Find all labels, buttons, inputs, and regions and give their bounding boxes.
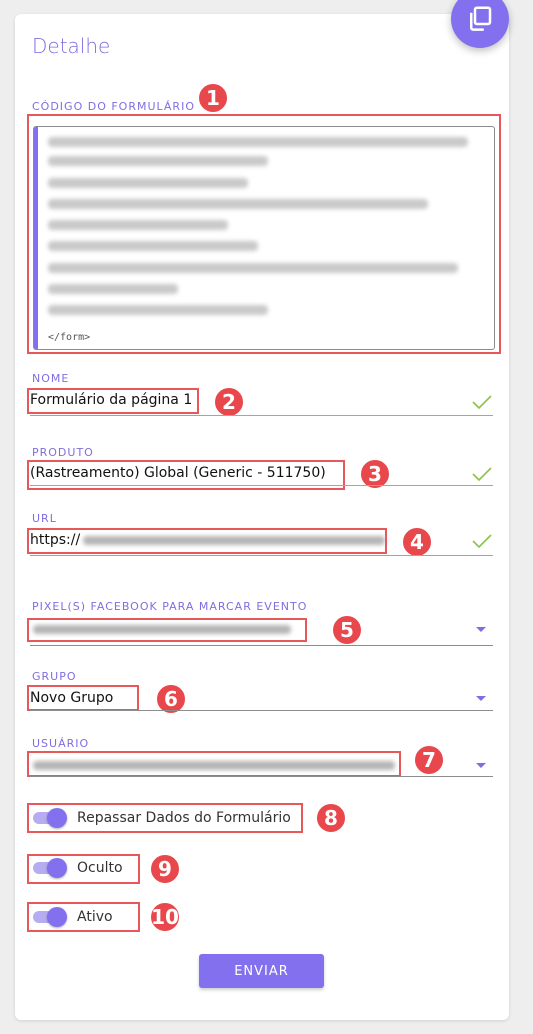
group-label: GRUPO bbox=[32, 670, 77, 683]
annotation-box-10 bbox=[27, 902, 140, 932]
group-underline bbox=[30, 710, 493, 711]
url-underline bbox=[30, 555, 493, 556]
code-line bbox=[48, 284, 178, 294]
annotation-box-5 bbox=[27, 618, 307, 642]
caret-down-icon[interactable] bbox=[476, 627, 486, 632]
annotation-badge-2: 2 bbox=[213, 386, 245, 418]
annotation-badge-4: 4 bbox=[401, 526, 433, 558]
submit-button[interactable]: ENVIAR bbox=[199, 954, 324, 988]
pixels-underline bbox=[30, 645, 493, 646]
annotation-badge-10: 10 bbox=[149, 901, 181, 933]
code-textarea[interactable]: </form> bbox=[33, 126, 495, 350]
annotation-box-4 bbox=[27, 528, 387, 554]
code-line bbox=[48, 241, 258, 251]
copy-icon bbox=[470, 6, 492, 31]
check-icon bbox=[472, 467, 492, 482]
product-label: PRODUTO bbox=[32, 446, 94, 459]
annotation-box-7 bbox=[27, 751, 401, 777]
code-tail-text: </form> bbox=[48, 332, 91, 343]
code-line bbox=[48, 220, 228, 230]
annotation-box-6 bbox=[27, 685, 139, 711]
caret-down-icon[interactable] bbox=[476, 763, 486, 768]
annotation-box-8 bbox=[27, 803, 303, 833]
annotation-badge-9: 9 bbox=[149, 853, 181, 885]
annotation-badge-8: 8 bbox=[315, 802, 347, 834]
annotation-badge-7: 7 bbox=[413, 744, 445, 776]
name-label: NOME bbox=[32, 372, 70, 385]
code-line bbox=[48, 263, 458, 273]
check-icon bbox=[472, 534, 492, 549]
code-line bbox=[48, 156, 268, 166]
annotation-badge-1: 1 bbox=[197, 82, 229, 114]
annotation-box-2 bbox=[27, 388, 199, 414]
page-title: Detalhe bbox=[32, 34, 111, 58]
code-label: CÓDIGO DO FORMULÁRIO bbox=[32, 100, 195, 113]
code-focus-bar bbox=[34, 127, 38, 349]
product-underline bbox=[30, 485, 493, 486]
pixels-label: PIXEL(S) FACEBOOK PARA MARCAR EVENTO bbox=[32, 600, 308, 613]
annotation-box-9 bbox=[27, 854, 140, 884]
code-line bbox=[48, 178, 248, 188]
caret-down-icon[interactable] bbox=[476, 696, 486, 701]
code-line bbox=[48, 137, 468, 147]
detail-card: Detalhe CÓDIGO DO FORMULÁRIO 1 </form> N… bbox=[15, 0, 509, 1020]
user-label: USUÁRIO bbox=[32, 737, 90, 750]
url-label: URL bbox=[32, 512, 57, 525]
copy-button[interactable] bbox=[451, 0, 509, 48]
name-underline bbox=[30, 415, 493, 416]
annotation-badge-5: 5 bbox=[331, 614, 363, 646]
code-line bbox=[48, 199, 428, 209]
check-icon bbox=[472, 395, 492, 410]
code-line bbox=[48, 305, 268, 315]
user-underline bbox=[30, 776, 493, 777]
